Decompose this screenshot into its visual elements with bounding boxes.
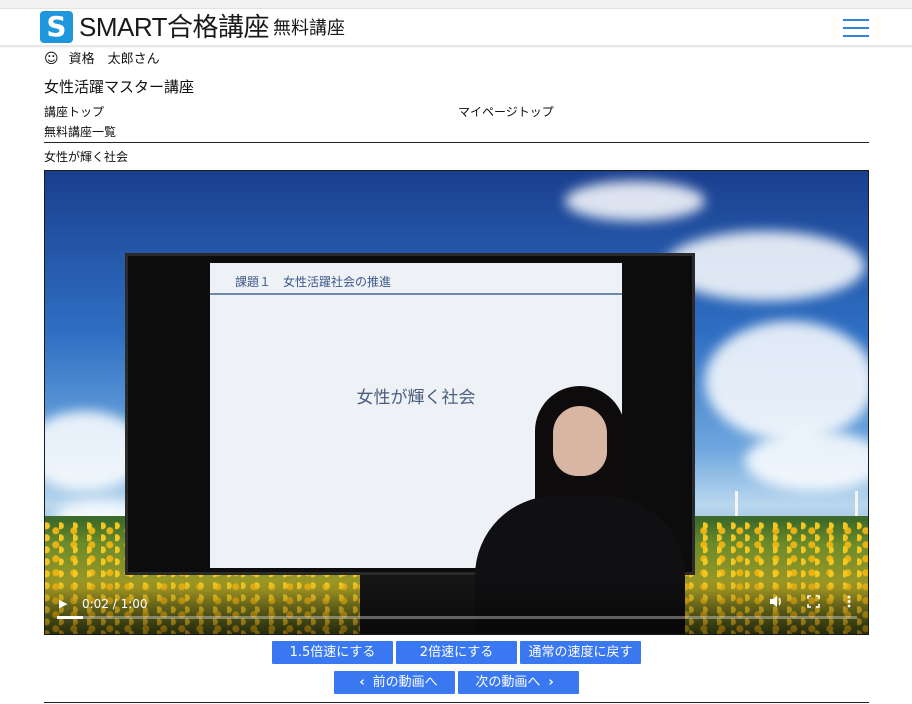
user-greeting: ☺ 資格 太郎さん	[44, 50, 160, 69]
header-subtitle: 無料講座	[273, 18, 345, 39]
progress-fill	[57, 616, 84, 619]
video-title: 女性が輝く社会	[44, 150, 129, 164]
site-header: S SMART合格講座 無料講座	[0, 9, 912, 46]
divider	[44, 142, 869, 143]
course-title: 女性活躍マスター講座	[44, 78, 195, 96]
bottom-divider	[44, 702, 869, 703]
speed-1-5x-button[interactable]: 1.5倍速にする	[272, 641, 393, 664]
video-player[interactable]: 課題１ 女性活躍社会の推進 女性が輝く社会 ▶ 0:02 / 1:00	[44, 170, 869, 635]
free-course-list-link[interactable]: 無料講座一覧	[44, 124, 116, 140]
course-top-link[interactable]: 講座トップ	[44, 104, 104, 120]
slide-heading: 課題１ 女性活躍社会の推進	[235, 275, 392, 289]
volume-icon[interactable]	[769, 595, 783, 612]
next-video-button[interactable]: 次の動画へ ›	[458, 671, 579, 694]
user-name: 資格 太郎さん	[68, 52, 160, 67]
time-display: 0:02 / 1:00	[82, 597, 148, 611]
mypage-top-link[interactable]: マイページトップ	[458, 104, 554, 120]
progress-bar[interactable]	[57, 616, 857, 619]
chevron-left-icon: ‹	[359, 675, 365, 690]
next-video-label: 次の動画へ	[475, 675, 541, 690]
video-controls: ▶ 0:02 / 1:00	[45, 581, 868, 634]
hamburger-icon[interactable]	[843, 18, 869, 38]
top-strip	[0, 0, 912, 9]
smiley-icon: ☺	[44, 51, 59, 67]
more-options-icon[interactable]	[847, 595, 851, 612]
prev-video-button[interactable]: ‹ 前の動画へ	[334, 671, 455, 694]
prev-video-label: 前の動画へ	[372, 675, 438, 690]
speed-normal-button[interactable]: 通常の速度に戻す	[520, 641, 641, 664]
fullscreen-icon[interactable]	[807, 595, 820, 612]
speed-2x-button[interactable]: 2倍速にする	[396, 641, 517, 664]
chevron-right-icon: ›	[548, 675, 554, 690]
logo-icon[interactable]: S	[40, 11, 73, 43]
brand-name[interactable]: SMART合格講座	[79, 11, 270, 43]
play-icon[interactable]: ▶	[59, 597, 67, 610]
